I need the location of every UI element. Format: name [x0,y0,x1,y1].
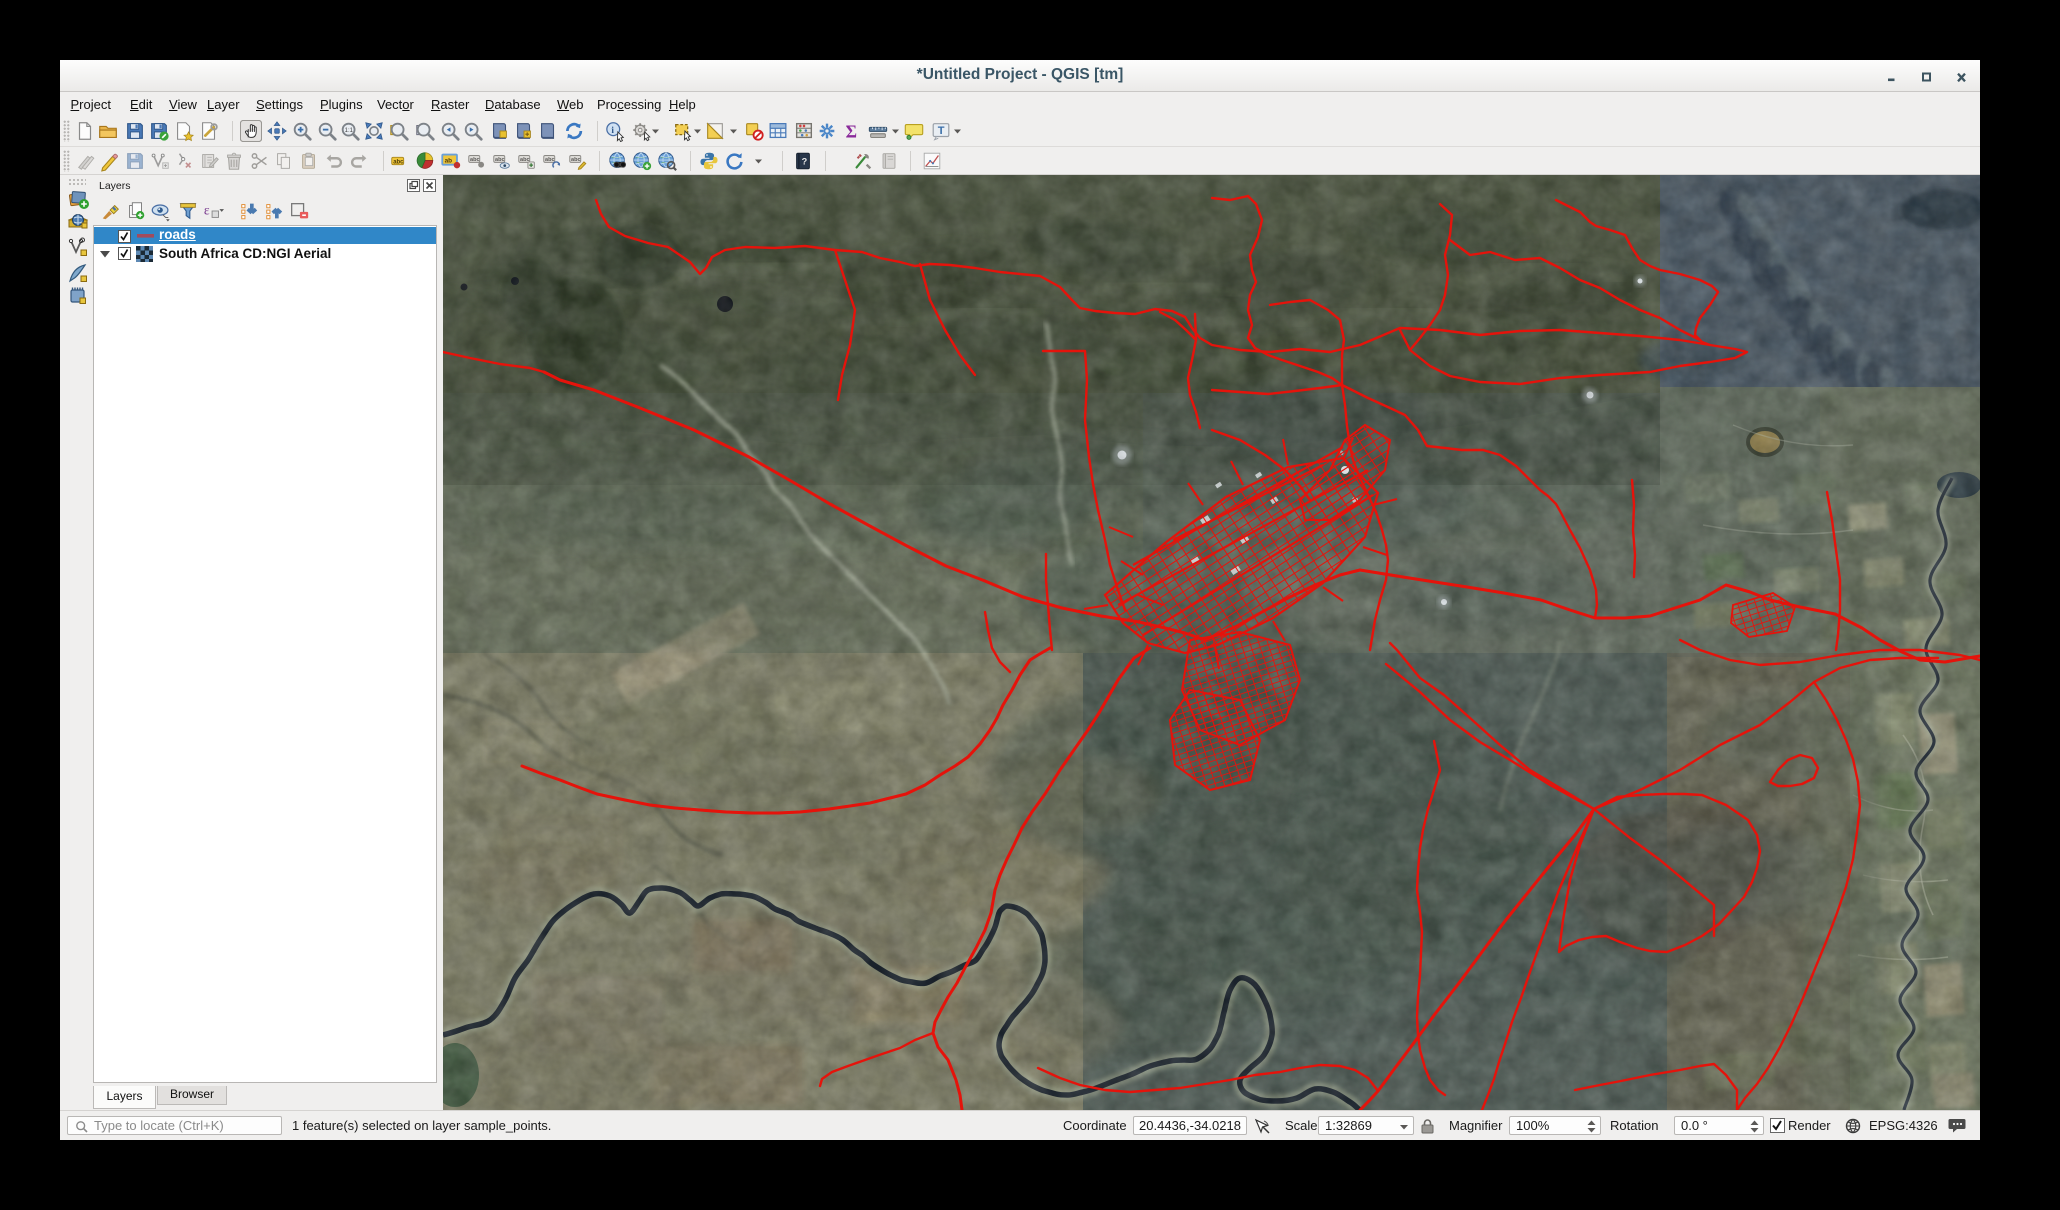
svg-text:ε: ε [204,203,210,218]
